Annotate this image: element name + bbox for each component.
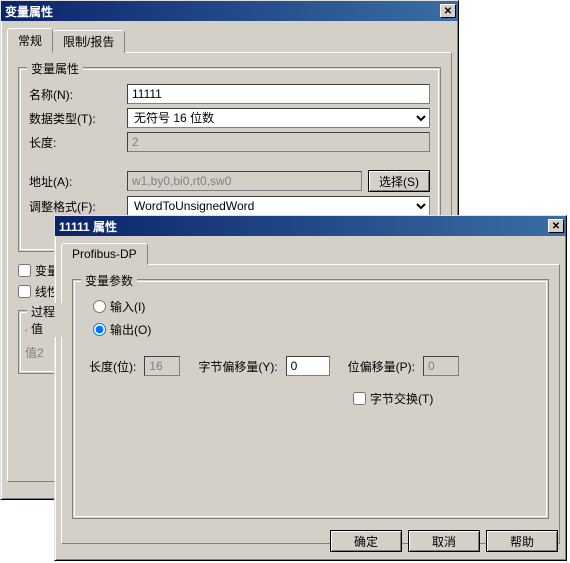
window1-title: 变量属性 xyxy=(5,3,440,20)
bitlen-input xyxy=(144,356,180,376)
select-button[interactable]: 选择(S) xyxy=(368,170,430,192)
byteoff-label: 字节偏移量(Y): xyxy=(198,358,277,375)
output-label: 输出(O) xyxy=(110,321,151,338)
name-label: 名称(N): xyxy=(29,86,121,103)
group-variable-props: 变量属性 xyxy=(27,60,83,77)
lin-checkbox[interactable] xyxy=(18,285,31,298)
length-label: 长度: xyxy=(29,134,121,151)
format-select[interactable]: WordToUnsignedWord xyxy=(127,196,430,216)
datatype-label: 数据类型(T): xyxy=(29,110,121,127)
swap-checkbox[interactable] xyxy=(353,392,366,405)
window2-title: 11111 属性 xyxy=(59,218,548,235)
cancel-button[interactable]: 取消 xyxy=(408,530,480,552)
tab-profibus[interactable]: Profibus-DP xyxy=(61,243,148,265)
proc-group: 过程值 xyxy=(27,303,67,337)
bitoff-label: 位偏移量(P): xyxy=(348,358,415,375)
swap-label: 字节交换(T) xyxy=(370,390,433,407)
ok-button[interactable]: 确定 xyxy=(330,530,402,552)
length-input xyxy=(127,132,430,152)
bitlen-label: 长度(位): xyxy=(89,358,136,375)
group-variable-params: 变量参数 xyxy=(81,272,137,289)
close-icon[interactable]: ✕ xyxy=(440,4,456,18)
byteoff-input[interactable] xyxy=(286,356,330,376)
input-radio[interactable] xyxy=(93,300,106,313)
address-label: 地址(A): xyxy=(29,173,121,190)
format-label: 调整格式(F): xyxy=(29,198,121,215)
name-input[interactable] xyxy=(127,84,430,104)
tab-general[interactable]: 常规 xyxy=(7,28,53,53)
address-input xyxy=(127,171,362,191)
datatype-select[interactable]: 无符号 16 位数 xyxy=(127,108,430,128)
help-button[interactable]: 帮助 xyxy=(486,530,558,552)
tab-limits[interactable]: 限制/报告 xyxy=(52,30,125,53)
var-checkbox[interactable] xyxy=(18,264,31,277)
close-icon[interactable]: ✕ xyxy=(548,219,564,233)
bitoff-input xyxy=(423,356,459,376)
output-radio[interactable] xyxy=(93,323,106,336)
input-label: 输入(I) xyxy=(110,298,145,315)
